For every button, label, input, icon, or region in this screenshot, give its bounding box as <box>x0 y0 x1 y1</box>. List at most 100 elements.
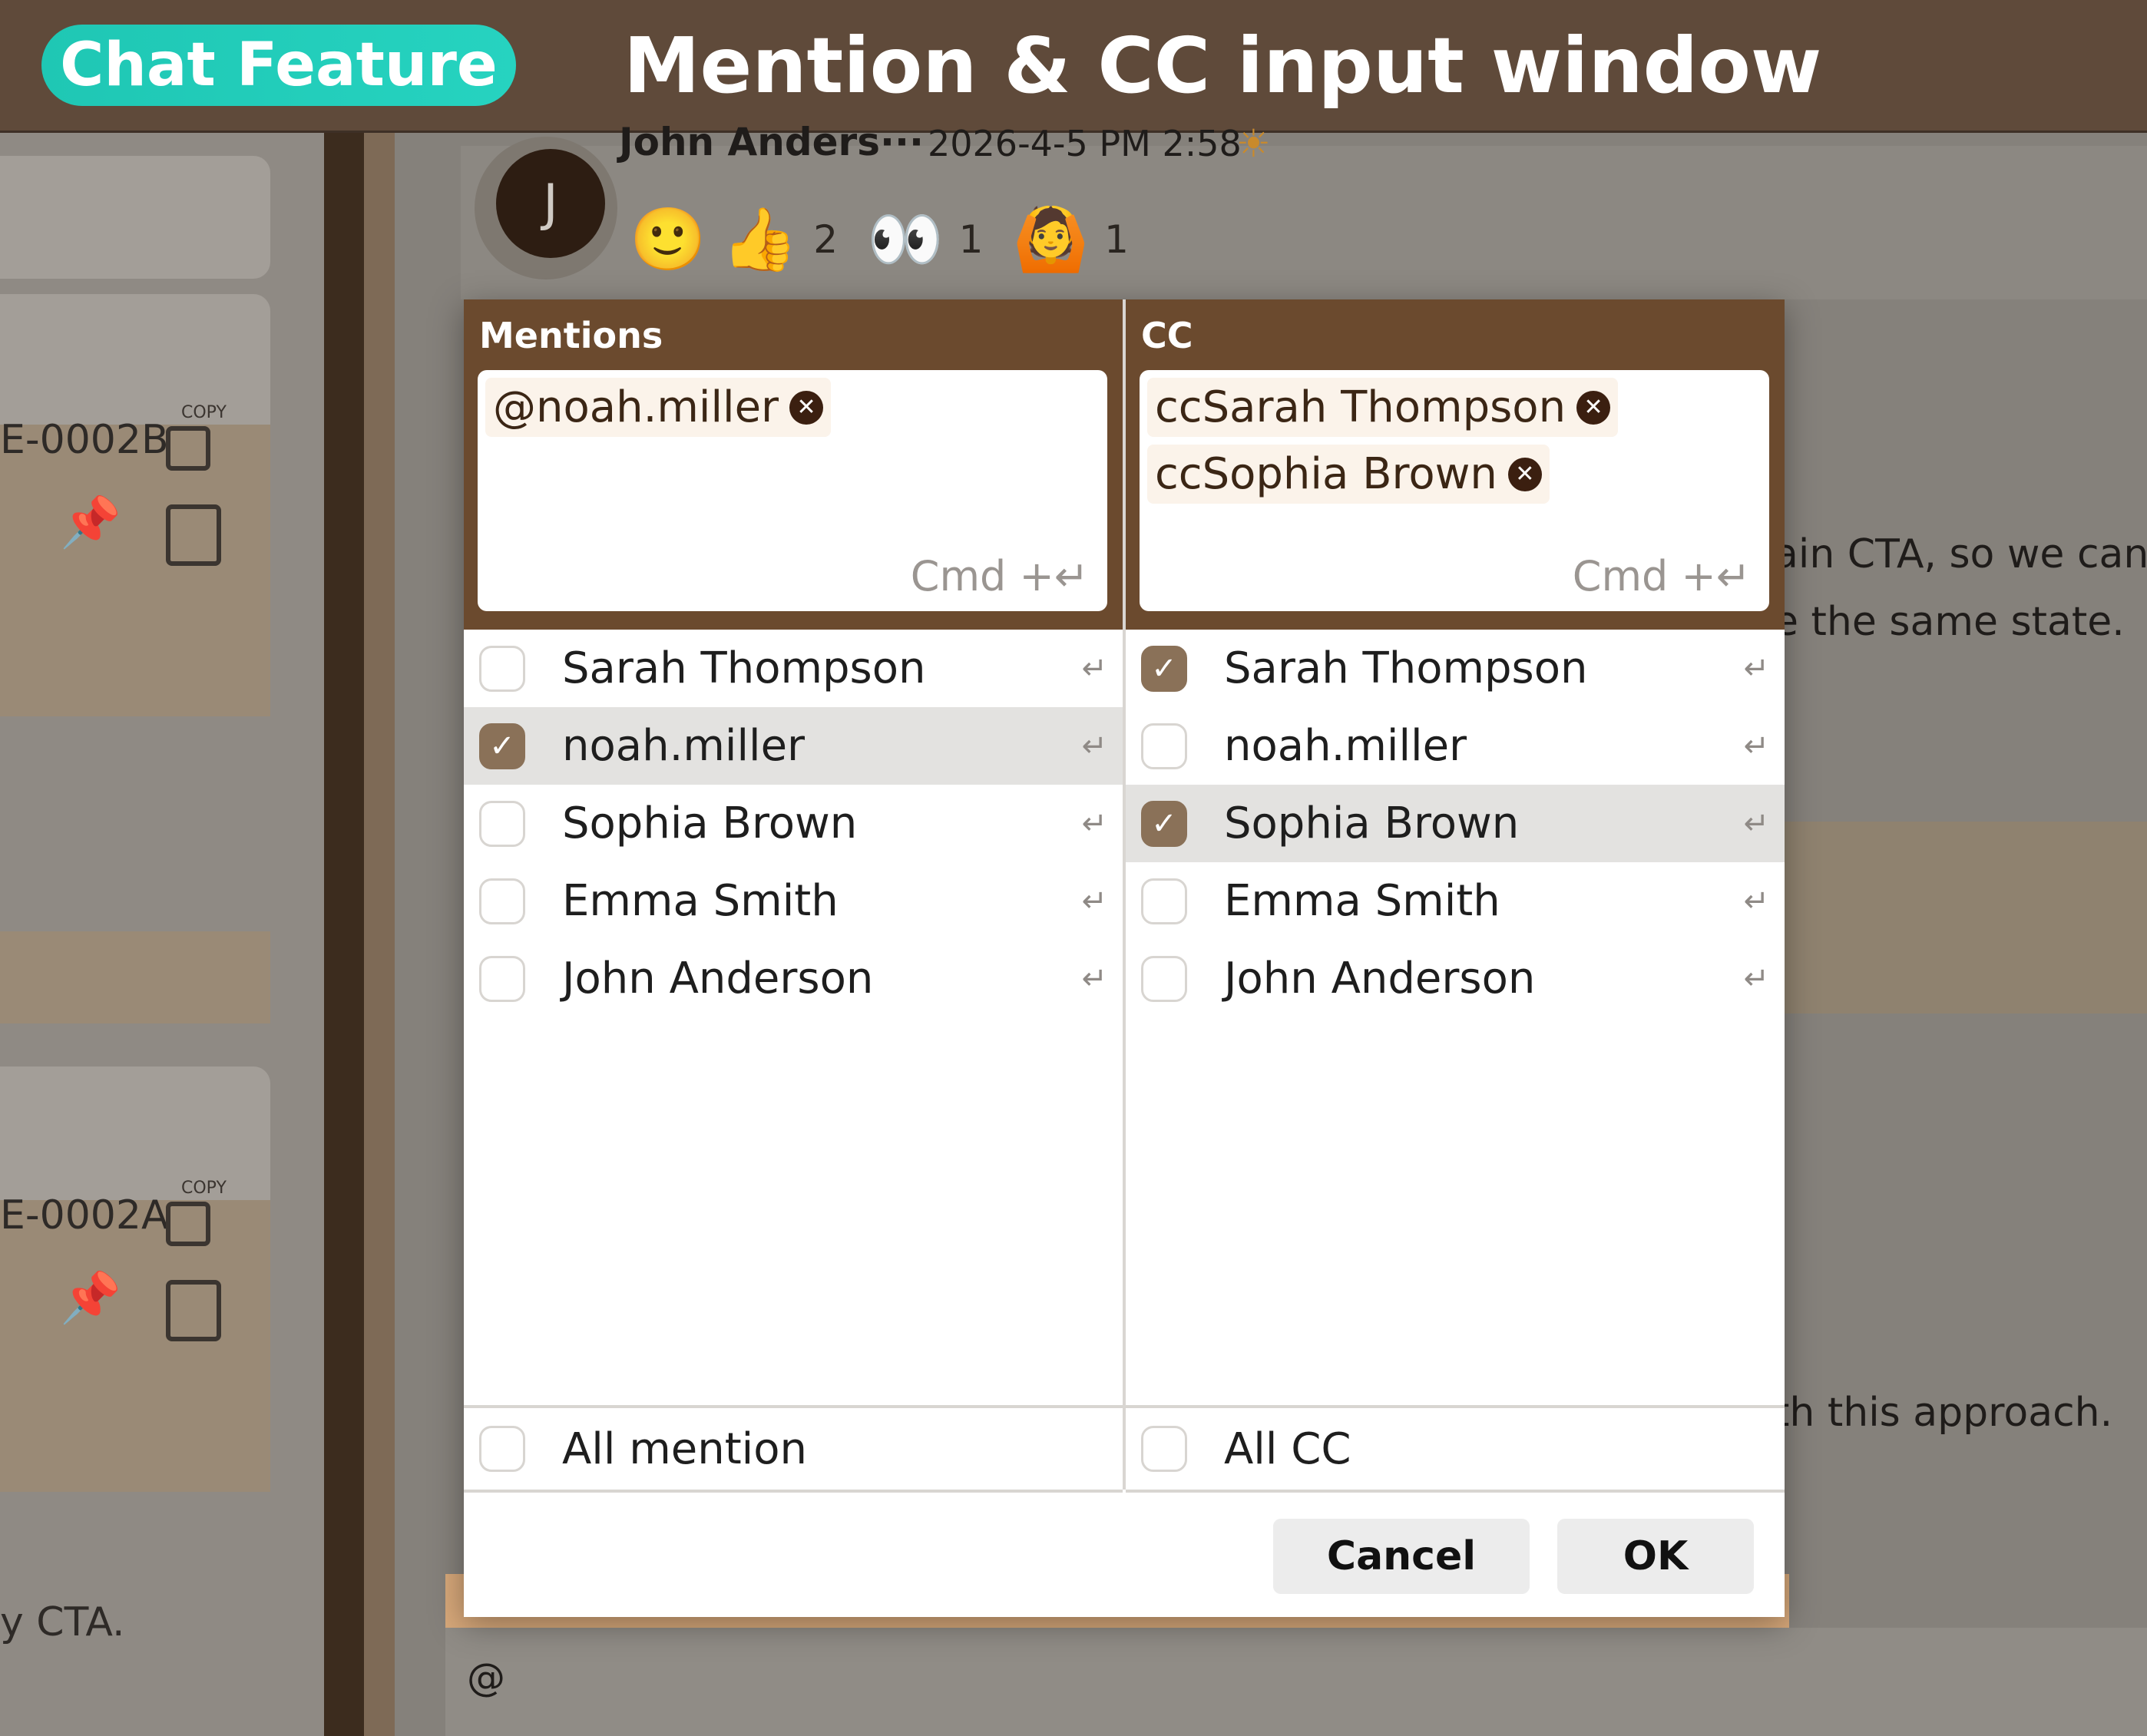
cc-user-row[interactable]: ✓ Sarah Thompson ↵ <box>1126 630 1785 707</box>
enter-icon: ↵ <box>1743 883 1769 919</box>
cc-chip-label: ccSophia Brown <box>1155 449 1497 499</box>
feature-badge: Chat Feature <box>41 25 516 106</box>
mention-checkbox[interactable] <box>479 955 525 1002</box>
enter-icon: ↵ <box>1081 650 1107 686</box>
reaction-emoji[interactable]: 👍 <box>722 203 799 276</box>
cc-chip-label: ccSarah Thompson <box>1155 382 1566 432</box>
copy-label: COPY <box>181 403 227 422</box>
cc-user-row[interactable]: ✓ Sophia Brown ↵ <box>1126 785 1785 862</box>
mention-user-row[interactable]: John Anderson ↵ <box>464 940 1123 1017</box>
user-name: Sarah Thompson <box>562 643 926 693</box>
all-cc-checkbox[interactable] <box>1141 1426 1187 1472</box>
cc-checkbox[interactable] <box>1141 878 1187 924</box>
enter-icon: ↵ <box>1081 805 1107 842</box>
reaction-emoji[interactable]: 👀 <box>867 203 944 276</box>
mentions-header: Mentions @noah.miller ✕ Cmd +↵ <box>464 299 1123 630</box>
user-name: John Anderson <box>1224 954 1536 1004</box>
copy-label: COPY <box>181 1179 227 1198</box>
mention-checkbox[interactable] <box>479 800 525 847</box>
cc-column: CC ccSarah Thompson ✕ ccSophia Brown ✕ C… <box>1126 299 1785 1493</box>
user-name: noah.miller <box>562 721 806 771</box>
user-name: noah.miller <box>1224 721 1467 771</box>
copy-icon[interactable] <box>166 426 210 471</box>
mentions-user-list: Sarah Thompson ↵ ✓ noah.miller ↵ Sophia … <box>464 630 1123 1017</box>
mention-cc-dialog: Mentions @noah.miller ✕ Cmd +↵ Sarah Tho… <box>464 299 1785 1617</box>
cc-chip: ccSarah Thompson ✕ <box>1147 378 1619 437</box>
cc-checkbox[interactable] <box>1141 955 1187 1002</box>
submit-shortcut-hint: Cmd +↵ <box>910 552 1089 600</box>
mention-chip: @noah.miller ✕ <box>485 378 832 437</box>
message-snippet: y CTA. <box>0 1599 125 1645</box>
message-input-value: @ <box>467 1655 505 1700</box>
user-name: Emma Smith <box>562 876 839 926</box>
all-cc-label: All CC <box>1224 1424 1351 1474</box>
reaction-row: 🙂 👍 2 👀 1 🙆 1 <box>630 193 1143 286</box>
cc-chip-area: ccSarah Thompson ✕ ccSophia Brown ✕ <box>1140 370 1769 504</box>
mentions-chip-area: @noah.miller ✕ <box>478 370 1107 437</box>
banner-title: Mention & CC input window <box>624 21 1822 111</box>
sun-icon: ☀ <box>1236 121 1271 166</box>
mention-user-row[interactable]: Sarah Thompson ↵ <box>464 630 1123 707</box>
cc-checkbox[interactable] <box>1141 723 1187 769</box>
enter-icon: ↵ <box>1081 728 1107 764</box>
cc-title: CC <box>1141 315 1193 356</box>
enter-icon: ↵ <box>1743 728 1769 764</box>
sender-name: John Anders··· <box>619 120 924 164</box>
add-task-icon[interactable] <box>166 1280 221 1341</box>
mention-user-row[interactable]: Sophia Brown ↵ <box>464 785 1123 862</box>
reaction-emoji[interactable]: 🙆 <box>1012 203 1089 276</box>
pin-icon[interactable]: 📌 <box>60 1269 121 1327</box>
cc-user-row[interactable]: Emma Smith ↵ <box>1126 862 1785 940</box>
copy-icon[interactable] <box>166 1202 210 1246</box>
cc-input-box[interactable]: ccSarah Thompson ✕ ccSophia Brown ✕ Cmd … <box>1140 370 1769 611</box>
mentions-title: Mentions <box>479 315 663 356</box>
mention-chip-label: @noah.miller <box>493 382 779 432</box>
ticket-list-pane: E-0002B COPY 📌 E-0002A COPY 📌 y CTA. <box>0 133 324 1736</box>
avatar[interactable]: J <box>496 149 605 258</box>
pin-icon[interactable]: 📌 <box>60 494 121 551</box>
pane-divider <box>364 133 395 1736</box>
reaction-count: 1 <box>958 217 984 262</box>
enter-icon: ↵ <box>1743 961 1769 997</box>
submit-shortcut-hint: Cmd +↵ <box>1572 552 1751 600</box>
all-cc-row[interactable]: All CC <box>1126 1405 1785 1493</box>
cc-checkbox[interactable]: ✓ <box>1141 645 1187 692</box>
enter-icon: ↵ <box>1081 961 1107 997</box>
all-mention-row[interactable]: All mention <box>464 1405 1123 1493</box>
cc-user-row[interactable]: John Anderson ↵ <box>1126 940 1785 1017</box>
mention-user-row[interactable]: Emma Smith ↵ <box>464 862 1123 940</box>
ticket-id: E-0002A <box>0 1192 169 1238</box>
remove-chip-icon[interactable]: ✕ <box>1576 390 1611 425</box>
pane-divider <box>324 133 364 1736</box>
enter-icon: ↵ <box>1081 883 1107 919</box>
ticket-band <box>0 425 270 716</box>
cc-checkbox[interactable]: ✓ <box>1141 800 1187 847</box>
cc-chip: ccSophia Brown ✕ <box>1147 445 1550 504</box>
user-name: Sophia Brown <box>562 799 858 848</box>
message-input[interactable]: @ <box>445 1628 2147 1736</box>
reaction-count: 2 <box>813 217 839 262</box>
mention-checkbox[interactable] <box>479 878 525 924</box>
mentions-input-box[interactable]: @noah.miller ✕ Cmd +↵ <box>478 370 1107 611</box>
mention-checkbox[interactable] <box>479 645 525 692</box>
message-text: e the same state. <box>1774 599 2125 645</box>
message-text: th this approach. <box>1774 1390 2113 1436</box>
remove-chip-icon[interactable]: ✕ <box>789 390 824 425</box>
add-task-icon[interactable] <box>166 504 221 566</box>
cc-user-row[interactable]: noah.miller ↵ <box>1126 707 1785 785</box>
cc-header: CC ccSarah Thompson ✕ ccSophia Brown ✕ C… <box>1126 299 1785 630</box>
mention-checkbox[interactable]: ✓ <box>479 723 525 769</box>
remove-chip-icon[interactable]: ✕ <box>1507 457 1542 491</box>
all-mention-label: All mention <box>562 1424 807 1474</box>
cc-user-list: ✓ Sarah Thompson ↵ noah.miller ↵ ✓ Sophi… <box>1126 630 1785 1017</box>
ticket-id: E-0002B <box>0 417 169 463</box>
user-name: Sarah Thompson <box>1224 643 1588 693</box>
cancel-button[interactable]: Cancel <box>1273 1519 1530 1594</box>
message-band <box>1781 822 2147 1013</box>
ticket-card[interactable] <box>0 156 270 279</box>
ok-button[interactable]: OK <box>1557 1519 1754 1594</box>
user-name: Emma Smith <box>1224 876 1500 926</box>
mention-user-row[interactable]: ✓ noah.miller ↵ <box>464 707 1123 785</box>
all-mention-checkbox[interactable] <box>479 1426 525 1472</box>
add-reaction-icon[interactable]: 🙂 <box>630 203 706 276</box>
